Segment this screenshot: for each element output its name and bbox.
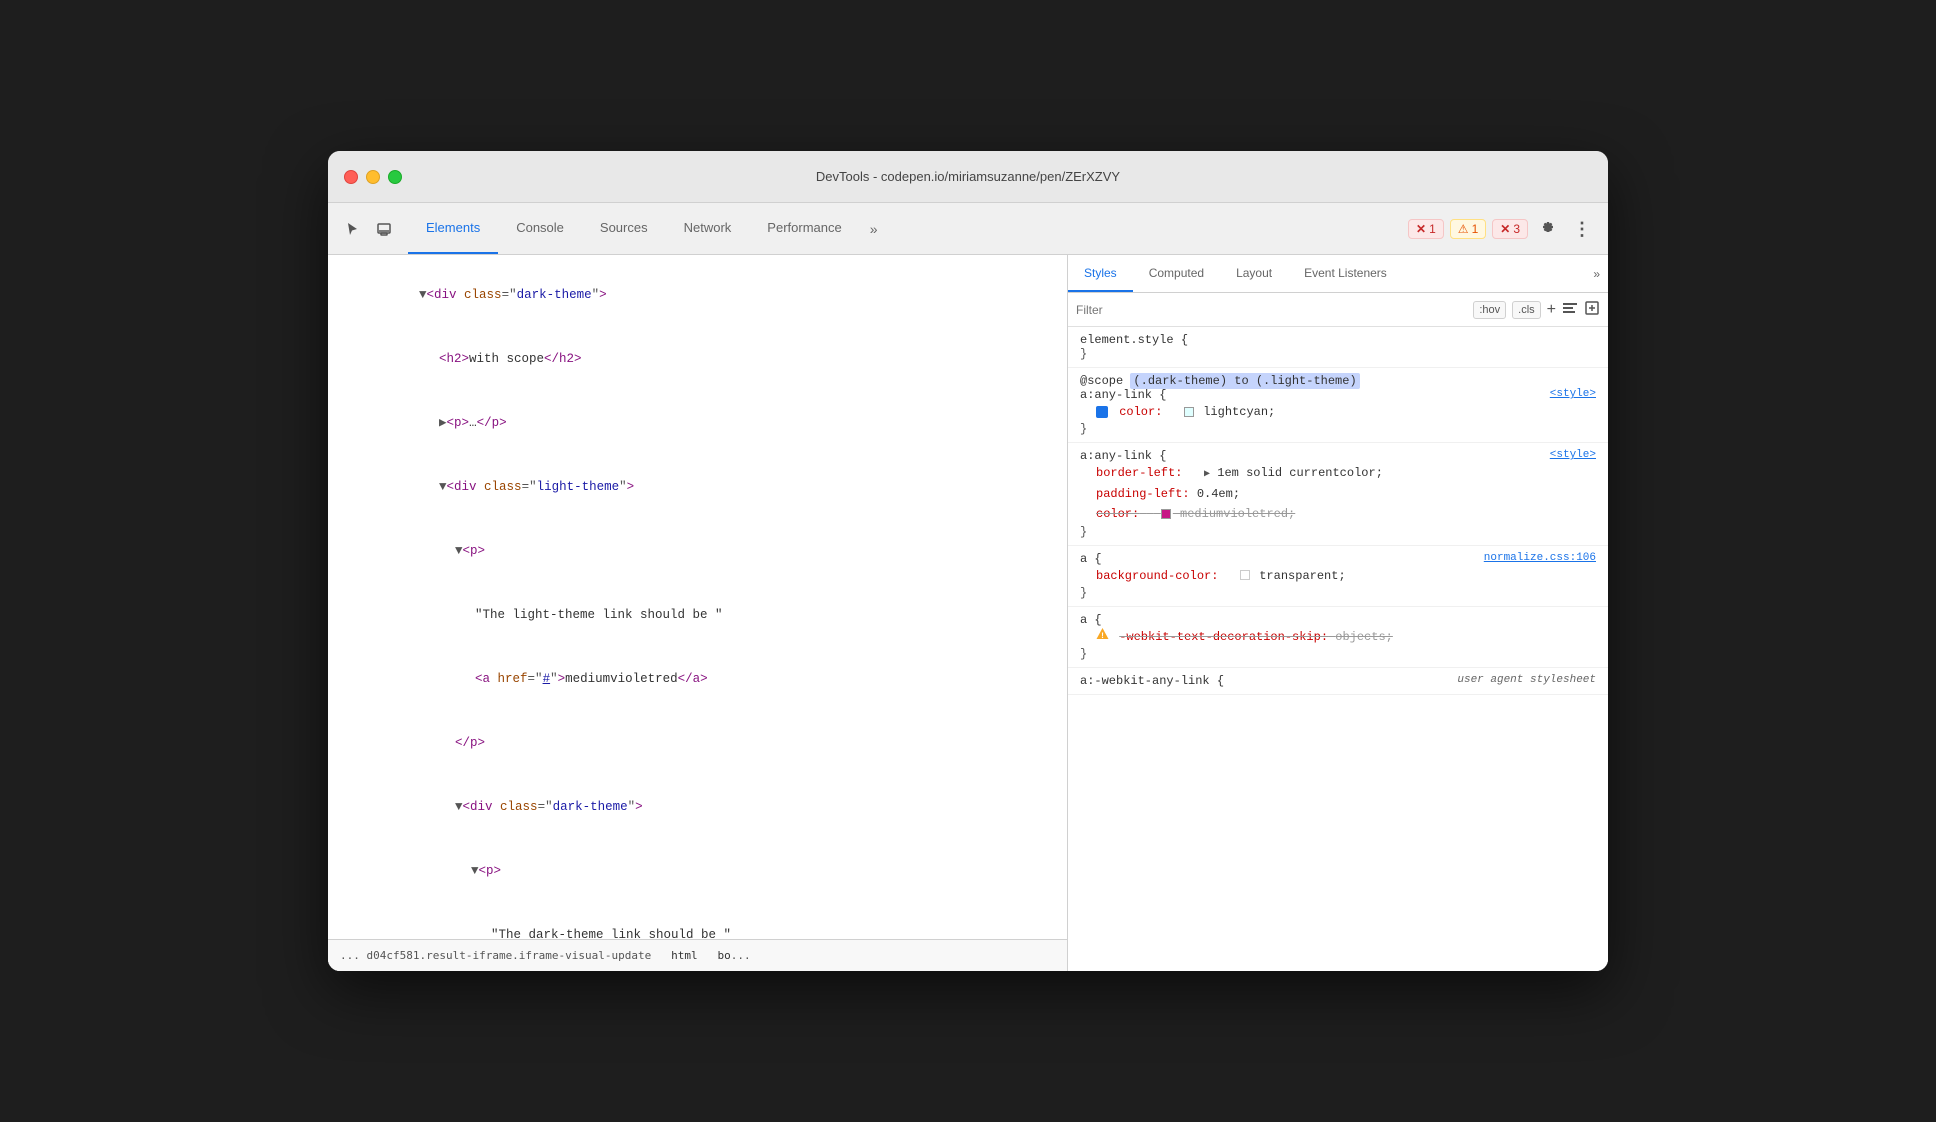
css-property: padding-left: 0.4em; [1080, 484, 1596, 504]
scope-badge: (.dark-theme) to (.light-theme) [1130, 373, 1359, 389]
css-property: border-left: ▶ 1em solid currentcolor; [1080, 463, 1596, 483]
css-property-warn: ! -webkit-text-decoration-skip: objects; [1080, 627, 1596, 647]
dom-line[interactable]: ▼<div class="dark-theme"> [328, 263, 1067, 327]
tab-bar: Elements Console Sources Network Perform… [408, 203, 1396, 254]
css-property: background-color: transparent; [1080, 566, 1596, 586]
breadcrumb-tag: html [671, 949, 717, 962]
css-rule-webkit: a { ! -webkit-text-decoration-skip: [1068, 607, 1608, 668]
breadcrumb-ellipsis: ... [731, 949, 751, 962]
css-property: color: lightcyan; [1080, 402, 1596, 422]
warn-icon-1: ⚠ [1458, 222, 1469, 236]
traffic-lights [344, 170, 402, 184]
svg-text:!: ! [1100, 632, 1105, 640]
css-source-normalize[interactable]: normalize.css:106 [1484, 552, 1596, 564]
hov-button[interactable]: :hov [1473, 301, 1506, 319]
titlebar: DevTools - codepen.io/miriamsuzanne/pen/… [328, 151, 1608, 203]
warn-badge-1[interactable]: ⚠ 1 [1450, 219, 1486, 239]
toolbar: Elements Console Sources Network Perform… [328, 203, 1608, 255]
css-rule-any-link: a:any-link { <style> border-left: ▶ 1em … [1068, 443, 1608, 545]
color-swatch-mediumvioletred[interactable] [1161, 509, 1171, 519]
minimize-button[interactable] [366, 170, 380, 184]
tab-elements[interactable]: Elements [408, 203, 498, 254]
dom-line[interactable]: ▼<div class="dark-theme"> [328, 775, 1067, 839]
filter-input[interactable] [1076, 303, 1467, 317]
tab-styles[interactable]: Styles [1068, 255, 1133, 292]
tab-performance[interactable]: Performance [749, 203, 859, 254]
breadcrumb-path: ... d04cf581.result-iframe.iframe-visual… [340, 949, 671, 962]
error-badge-1[interactable]: ✕ 1 [1408, 219, 1444, 239]
window-title: DevTools - codepen.io/miriamsuzanne/pen/… [816, 169, 1120, 184]
more-options-button[interactable]: ⋮ [1568, 215, 1596, 243]
more-tabs-button[interactable]: » [860, 203, 888, 254]
toolbar-icons [328, 203, 408, 254]
dom-line[interactable]: <h2>with scope</h2> [328, 327, 1067, 391]
cls-button[interactable]: .cls [1512, 301, 1541, 319]
warn-count-1: 1 [1472, 222, 1479, 236]
css-selector: element.style { [1080, 333, 1188, 347]
dom-line[interactable]: <a href="#">mediumvioletred</a> [328, 647, 1067, 711]
tab-layout[interactable]: Layout [1220, 255, 1288, 292]
tab-event-listeners[interactable]: Event Listeners [1288, 255, 1403, 292]
css-selector: a { [1080, 552, 1102, 566]
dom-line[interactable]: "The light-theme link should be " [328, 583, 1067, 647]
styles-panel: Styles Computed Layout Event Listeners » [1068, 255, 1608, 971]
tab-console[interactable]: Console [498, 203, 582, 254]
dom-line[interactable]: ▼<p> [328, 839, 1067, 903]
filter-bar: :hov .cls + [1068, 293, 1608, 327]
color-swatch-transparent[interactable] [1240, 570, 1250, 580]
css-rule-normalize: a { normalize.css:106 background-color: … [1068, 546, 1608, 607]
warning-triangle-icon: ! [1096, 627, 1109, 640]
css-source[interactable]: <style> [1550, 449, 1596, 461]
close-button[interactable] [344, 170, 358, 184]
device-icon[interactable] [370, 215, 398, 243]
css-selector: a { [1080, 613, 1102, 627]
error-badge-2[interactable]: ✕ 3 [1492, 219, 1528, 239]
css-rules[interactable]: element.style { } @scope (.dark-theme) t… [1068, 327, 1608, 971]
dom-panel: ▼<div class="dark-theme"> <h2>with scope… [328, 255, 1068, 971]
new-style-rule-button[interactable] [1562, 300, 1578, 319]
css-source-user-agent: user agent stylesheet [1457, 674, 1596, 686]
tab-network[interactable]: Network [666, 203, 750, 254]
css-selector-scope: @scope [1080, 374, 1130, 388]
more-style-tabs[interactable]: » [1585, 255, 1608, 292]
css-rule-user-agent: a:-webkit-any-link { user agent styleshe… [1068, 668, 1608, 695]
css-rule-element-style: element.style { } [1068, 327, 1608, 368]
dom-line[interactable]: ▼<div class="light-theme"> [328, 455, 1067, 519]
tab-sources[interactable]: Sources [582, 203, 666, 254]
dom-line[interactable]: ▶<p>…</p> [328, 391, 1067, 455]
color-swatch-lightcyan[interactable] [1184, 407, 1194, 417]
error-count-2: 3 [1513, 222, 1520, 236]
checkbox-enabled[interactable] [1096, 406, 1108, 418]
styles-tabs: Styles Computed Layout Event Listeners » [1068, 255, 1608, 293]
error-icon-2: ✕ [1500, 222, 1510, 236]
add-style-button[interactable]: + [1547, 301, 1556, 319]
cursor-icon[interactable] [338, 215, 366, 243]
breadcrumb-tag2: bo [718, 949, 731, 962]
error-icon-1: ✕ [1416, 222, 1426, 236]
dom-line[interactable]: ▼<p> [328, 519, 1067, 583]
css-selector: a:any-link { [1080, 449, 1166, 463]
css-property-strikethrough: color: mediumvioletred; [1080, 504, 1596, 524]
css-rule-scope: @scope (.dark-theme) to (.light-theme) a… [1068, 368, 1608, 443]
css-source[interactable]: <style> [1550, 388, 1596, 400]
error-count-1: 1 [1429, 222, 1436, 236]
css-selector: a:-webkit-any-link { [1080, 674, 1224, 688]
tab-computed[interactable]: Computed [1133, 255, 1220, 292]
dom-line[interactable]: </p> [328, 711, 1067, 775]
main-content: ▼<div class="dark-theme"> <h2>with scope… [328, 255, 1608, 971]
maximize-button[interactable] [388, 170, 402, 184]
dom-footer: ... d04cf581.result-iframe.iframe-visual… [328, 939, 1067, 971]
toggle-changes-button[interactable] [1584, 300, 1600, 319]
dom-tree[interactable]: ▼<div class="dark-theme"> <h2>with scope… [328, 255, 1067, 939]
devtools-window: DevTools - codepen.io/miriamsuzanne/pen/… [328, 151, 1608, 971]
toolbar-right: ✕ 1 ⚠ 1 ✕ 3 ⋮ [1396, 203, 1608, 254]
dom-line[interactable]: "The dark-theme link should be " [328, 903, 1067, 939]
settings-button[interactable] [1534, 215, 1562, 243]
css-subselector: a:any-link { [1080, 388, 1166, 402]
